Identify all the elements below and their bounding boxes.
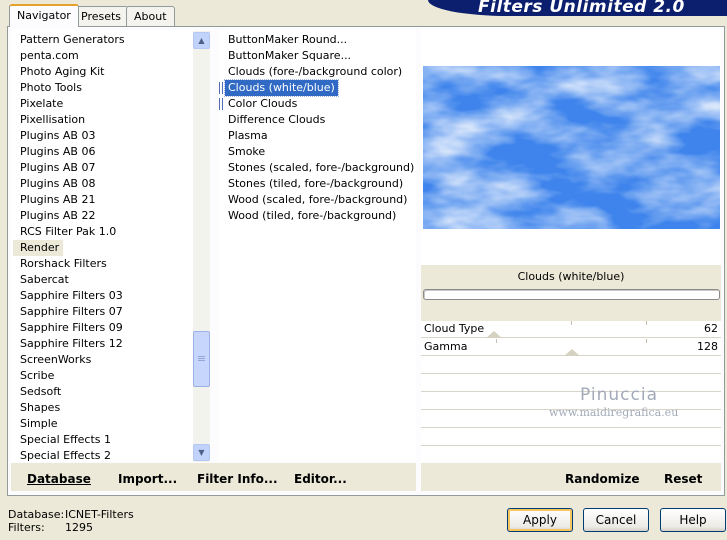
category-item[interactable]: Scribe — [13, 368, 58, 384]
filter-item[interactable]: Difference Clouds — [225, 112, 328, 128]
param-row-empty — [421, 375, 721, 392]
database-label: Database: — [8, 508, 65, 521]
progress-bar — [423, 289, 720, 300]
tab-about[interactable]: About — [126, 6, 175, 26]
category-item[interactable]: Sapphire Filters 03 — [13, 288, 127, 304]
scroll-thumb[interactable]: ≡ — [193, 331, 210, 387]
slider-thumb-icon[interactable] — [486, 331, 502, 338]
filter-list[interactable]: ButtonMaker Round... ButtonMaker Square..… — [218, 30, 416, 462]
category-item[interactable]: Plugins AB 22 — [13, 208, 99, 224]
tick — [571, 321, 572, 325]
filter-info-button[interactable]: Filter Info... — [197, 472, 278, 486]
scroll-up-icon[interactable]: ▲ — [193, 32, 210, 49]
slider-thumb-icon[interactable] — [564, 349, 580, 356]
filter-item[interactable]: Smoke — [225, 144, 268, 160]
filter-item[interactable]: Stones (tiled, fore-/background) — [225, 176, 406, 192]
database-button[interactable]: Database — [27, 472, 91, 486]
filters-label: Filters: — [8, 521, 45, 534]
filter-item[interactable]: Clouds (fore-/background color) — [225, 64, 405, 80]
import-button[interactable]: Import... — [118, 472, 177, 486]
category-item[interactable]: Sapphire Filters 07 — [13, 304, 127, 320]
category-item[interactable]: Rorshack Filters — [13, 256, 111, 272]
category-item[interactable]: Plugins AB 03 — [13, 128, 99, 144]
category-item[interactable]: Pixelate — [13, 96, 67, 112]
category-item[interactable]: Pixellisation — [13, 112, 89, 128]
filters-count: 1295 — [65, 521, 93, 534]
category-item[interactable]: Pattern Generators — [13, 32, 129, 48]
category-list[interactable]: Pattern Generators penta.com Photo Aging K… — [11, 30, 194, 462]
tab-presets[interactable]: Presets — [73, 6, 130, 26]
category-item[interactable]: Simple — [13, 416, 62, 432]
category-item[interactable]: ScreenWorks — [13, 352, 95, 368]
tick — [646, 321, 647, 325]
preview-image — [423, 66, 720, 229]
category-item[interactable]: Render — [13, 240, 64, 256]
category-item[interactable]: Shapes — [13, 400, 64, 416]
param-value: 62 — [704, 322, 718, 335]
app-title: Filters Unlimited 2.0 — [478, 0, 685, 17]
category-item[interactable]: Plugins AB 08 — [13, 176, 99, 192]
param-row-empty — [421, 429, 721, 446]
scroll-down-icon[interactable]: ▼ — [193, 444, 210, 461]
category-item[interactable]: Special Effects 2 — [13, 448, 115, 462]
tick — [646, 339, 647, 343]
filter-item[interactable]: Wood (tiled, fore-/background) — [225, 208, 399, 224]
database-value: ICNET-Filters — [65, 508, 134, 521]
category-scrollbar[interactable]: ▲ ≡ ▼ — [193, 31, 210, 462]
category-item[interactable]: Photo Aging Kit — [13, 64, 108, 80]
cancel-button[interactable]: Cancel — [583, 508, 649, 532]
param-label: Gamma — [424, 340, 468, 353]
param-label: Cloud Type — [424, 322, 485, 335]
watermark-url: www.maidiregrafica.eu — [549, 406, 679, 419]
filter-item[interactable]: Color Clouds — [225, 96, 300, 112]
param-row-cloud-type[interactable]: Cloud Type 62 — [421, 321, 721, 338]
category-item[interactable]: Sabercat — [13, 272, 73, 288]
filter-item[interactable]: ButtonMaker Round... — [225, 32, 350, 48]
param-row-gamma[interactable]: Gamma 128 — [421, 339, 721, 356]
filter-item[interactable]: Wood (scaled, fore-/background) — [225, 192, 410, 208]
filter-item[interactable]: Stones (scaled, fore-/background) — [225, 160, 416, 176]
tick — [496, 339, 497, 343]
category-item[interactable]: Photo Tools — [13, 80, 86, 96]
category-item[interactable]: Sapphire Filters 09 — [13, 320, 127, 336]
editor-button[interactable]: Editor... — [294, 472, 347, 486]
filter-item[interactable]: Plasma — [225, 128, 271, 144]
category-item[interactable]: Plugins AB 21 — [13, 192, 99, 208]
apply-button[interactable]: Apply — [507, 508, 573, 532]
filter-item[interactable]: ButtonMaker Square... — [225, 48, 354, 64]
category-item[interactable]: Plugins AB 06 — [13, 144, 99, 160]
category-item[interactable]: Sapphire Filters 12 — [13, 336, 127, 352]
category-item[interactable]: Special Effects 1 — [13, 432, 115, 448]
randomize-button[interactable]: Randomize — [565, 472, 639, 486]
tab-navigator[interactable]: Navigator — [9, 4, 79, 27]
category-item[interactable]: Plugins AB 07 — [13, 160, 99, 176]
param-value: 128 — [697, 340, 718, 353]
reset-button[interactable]: Reset — [664, 472, 702, 486]
param-row-empty — [421, 357, 721, 374]
category-item[interactable]: Sedsoft — [13, 384, 65, 400]
help-button[interactable]: Help — [660, 508, 726, 532]
watermark-title: Pinuccia — [580, 385, 658, 405]
filter-item[interactable]: Clouds (white/blue) — [224, 79, 339, 97]
category-item[interactable]: penta.com — [13, 48, 83, 64]
category-item[interactable]: RCS Filter Pak 1.0 — [13, 224, 120, 240]
current-filter-name: Clouds (white/blue) — [517, 270, 625, 283]
